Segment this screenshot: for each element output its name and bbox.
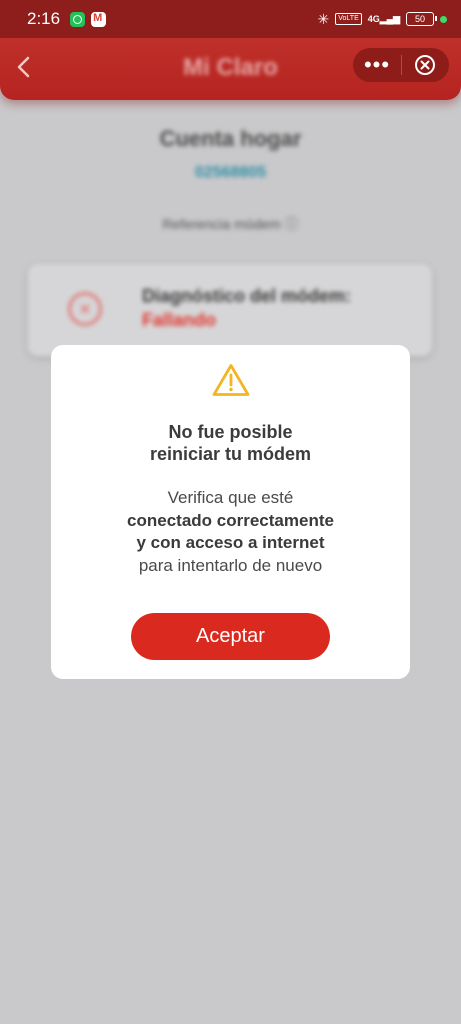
dialog-title-line1: No fue posible [168, 422, 293, 442]
privacy-indicator-dot [440, 15, 447, 23]
warning-icon [212, 364, 250, 396]
account-number: 02568805 [194, 164, 267, 181]
network-type: 4G [367, 13, 380, 24]
dialog-title-line2: reiniciar tu módem [149, 444, 312, 464]
error-dialog: No fue posible reiniciar tu módem Verifi… [51, 345, 410, 679]
close-icon[interactable] [402, 54, 448, 76]
dialog-message-line1: Verifica que esté [167, 488, 294, 507]
page-title: Cuenta hogar [159, 126, 302, 151]
bluetooth-icon: ✳ [317, 10, 330, 27]
battery-level: 50 [414, 14, 425, 24]
more-options-icon[interactable]: ••• [353, 50, 401, 80]
dialog-title: No fue posible reiniciar tu módem [51, 421, 410, 465]
signal-icon: 4G▂▄▆ [367, 13, 400, 24]
diagnostic-status: Fallando [142, 310, 217, 330]
status-time: 2:16 [27, 9, 61, 28]
gmail-icon [91, 11, 107, 27]
dialog-message-line3: y con acceso a internet [136, 533, 325, 552]
app-bar: Mi Claro ••• [0, 38, 461, 100]
info-icon: ⓘ [284, 216, 299, 232]
accept-button[interactable]: Aceptar [131, 613, 330, 660]
status-bar: 2:16 ✳ VoLTE 4G▂▄▆ 50 [0, 0, 461, 38]
diagnostic-card: × Diagnóstico del módem: Fallando [28, 264, 432, 356]
status-icons: ✳ VoLTE 4G▂▄▆ 50 [318, 11, 447, 28]
dialog-message: Verifica que esté conectado correctament… [51, 487, 410, 577]
app-bar-actions: ••• [353, 48, 449, 82]
error-circle-icon: × [68, 292, 102, 326]
battery-icon: 50 [406, 12, 437, 26]
dialog-message-line4: para intentarlo de nuevo [138, 555, 323, 575]
volte-icon: VoLTE [335, 13, 362, 25]
modem-reference: Referencia módem ⓘ [0, 214, 461, 234]
dialog-message-line2: conectado correctamente [127, 510, 334, 530]
diagnostic-title: Diagnóstico del módem: [142, 286, 352, 306]
modem-reference-label: Referencia módem [162, 216, 281, 232]
whatsapp-icon [70, 11, 86, 27]
